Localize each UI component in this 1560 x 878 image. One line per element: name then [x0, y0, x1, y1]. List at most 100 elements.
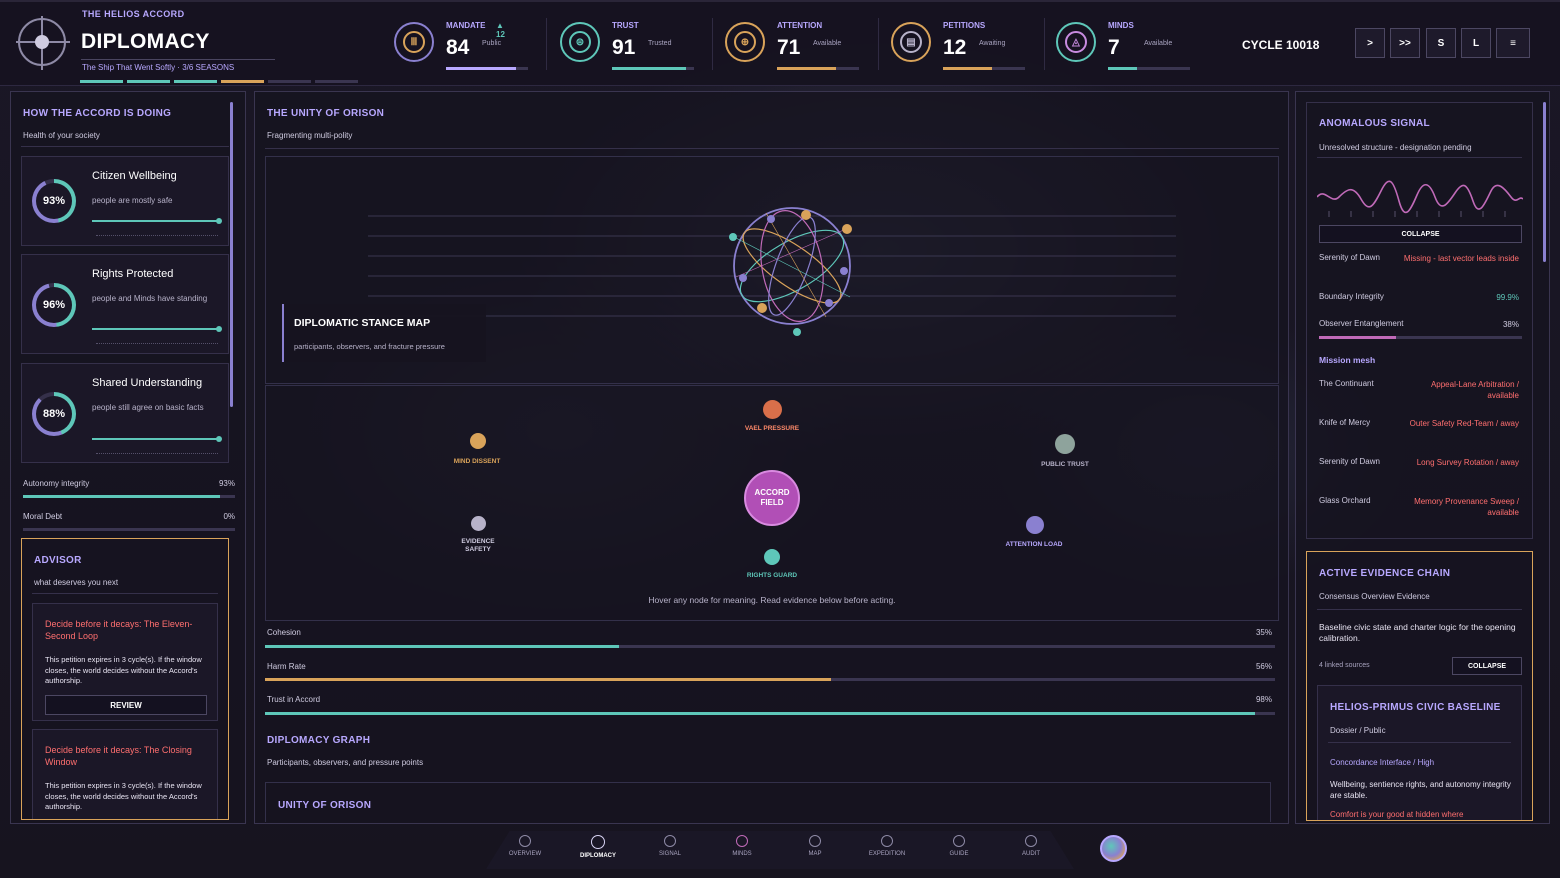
row-key: Observer Entanglement — [1319, 319, 1404, 328]
mesh-row[interactable]: The Continuant Appeal-Lane Arbitration / … — [1319, 379, 1519, 400]
nav-label: MINDS — [732, 851, 752, 857]
baseline-subtitle: Dossier / Public — [1330, 726, 1386, 735]
advisor-card[interactable]: Decide before it decays: The Eleven-Seco… — [32, 603, 218, 721]
right-panel: ANOMALOUS SIGNAL Unresolved structure - … — [1295, 91, 1550, 824]
top-bar: THE HELIOS ACCORD DIPLOMACY The Ship Tha… — [0, 0, 1560, 86]
stat-label: PETITIONS — [943, 21, 986, 30]
scrollbar[interactable] — [1543, 102, 1546, 262]
nav-audit[interactable]: AUDIT — [1001, 835, 1061, 857]
debt-value: 0% — [223, 512, 235, 521]
collapse-evidence-button[interactable]: COLLAPSE — [1452, 657, 1522, 675]
trust-icon: ⊜ — [560, 22, 600, 62]
entanglement-bar — [1319, 336, 1522, 339]
debt-label: Moral Debt — [23, 512, 63, 521]
gauge-value: 88% — [36, 396, 72, 432]
autonomy-value: 93% — [218, 479, 235, 488]
nav-diplomacy[interactable]: DIPLOMACY — [568, 835, 628, 859]
signal-icon — [664, 835, 676, 847]
harm-rate-label: Harm Rate — [267, 662, 306, 671]
row-key: Serenity of Dawn — [1319, 253, 1380, 262]
panel-subtitle: Fragmenting multi-polity — [267, 131, 353, 140]
evidence-chain-card: ACTIVE EVIDENCE CHAIN Consensus Overview… — [1306, 551, 1533, 821]
advisor-title: ADVISOR — [34, 555, 82, 566]
row-key: Glass Orchard — [1319, 496, 1371, 505]
overview-icon — [519, 835, 531, 847]
node-label: MIND DISSENT — [453, 458, 501, 465]
accord-field-node[interactable]: ACCORD FIELD — [744, 470, 800, 526]
cycle-counter: CYCLE 10018 — [1242, 38, 1320, 52]
menu-button[interactable]: ≡ — [1496, 28, 1530, 58]
stat-bar — [777, 67, 859, 70]
signal-row: Serenity of Dawn Missing - last vector le… — [1319, 253, 1519, 263]
trust-accord-label: Trust in Accord — [267, 695, 321, 704]
autonomy-bar — [23, 495, 235, 498]
cohesion-bar — [265, 645, 1275, 648]
node-label: PUBLIC TRUST — [1041, 461, 1089, 468]
metric-citizen-wellbeing[interactable]: 93% Citizen Wellbeing people are mostly … — [21, 156, 229, 246]
metric-rights-protected[interactable]: 96% Rights Protected people and Minds ha… — [21, 254, 229, 354]
stance-map[interactable]: DIPLOMATIC STANCE MAP participants, obse… — [265, 156, 1279, 384]
nav-label: MAP — [808, 851, 822, 857]
guide-icon — [953, 835, 965, 847]
evidence-title: ACTIVE EVIDENCE CHAIN — [1319, 568, 1451, 579]
advisor-panel: ADVISOR what deserves you next Decide be… — [21, 538, 229, 820]
nav-expedition[interactable]: EXPEDITION — [857, 835, 917, 857]
diplomacy-panel: THE UNITY OF ORISON Fragmenting multi-po… — [254, 91, 1289, 824]
metric-desc: people and Minds have standing — [92, 294, 208, 303]
rights-guard-node[interactable] — [764, 549, 780, 565]
save-button[interactable]: S — [1426, 28, 1456, 58]
evidence-safety-node[interactable] — [471, 516, 486, 531]
card-desc: This petition expires in 3 cycle(s). If … — [45, 781, 202, 811]
unity-section[interactable]: UNITY OF ORISON — [265, 782, 1271, 822]
mesh-row[interactable]: Serenity of Dawn Long Survey Rotation / a… — [1319, 457, 1519, 467]
nav-map[interactable]: MAP — [785, 835, 845, 857]
stat-value: 71 — [777, 36, 801, 59]
signal-title: ANOMALOUS SIGNAL — [1319, 118, 1430, 129]
mesh-row[interactable]: Knife of Mercy Outer Safety Red-Team / aw… — [1319, 418, 1519, 428]
panel-subtitle: Health of your society — [23, 131, 100, 140]
page-subtitle: The Ship That Went Softly · 3/6 SEASONS — [82, 63, 235, 72]
collapse-signal-button[interactable]: COLLAPSE — [1319, 225, 1522, 243]
public-trust-node[interactable] — [1055, 434, 1075, 454]
nav-guide[interactable]: GUIDE — [929, 835, 989, 857]
baseline-desc: Wellbeing, sentience rights, and autonom… — [1330, 780, 1511, 800]
row-value: Appeal-Lane Arbitration / available — [1430, 380, 1519, 400]
mind-dissent-node[interactable] — [470, 433, 486, 449]
globe-icon[interactable] — [1100, 835, 1127, 862]
baseline-dossier[interactable]: HELIOS-PRIMUS CIVIC BASELINE Dossier / P… — [1317, 685, 1522, 820]
load-button[interactable]: L — [1461, 28, 1491, 58]
scrollbar[interactable] — [230, 102, 233, 407]
unity-title: UNITY OF ORISON — [278, 800, 372, 811]
review-button[interactable]: REVIEW — [45, 695, 207, 715]
stat-sub: Trusted — [648, 40, 672, 47]
autonomy-label: Autonomy integrity — [23, 479, 90, 488]
fast-forward-button[interactable]: >> — [1390, 28, 1420, 58]
mesh-title: Mission mesh — [1319, 355, 1376, 365]
nav-signal[interactable]: SIGNAL — [640, 835, 700, 857]
rights-gauge: 96% — [32, 283, 76, 327]
metric-title: Shared Understanding — [92, 377, 203, 389]
gauge-value: 96% — [36, 287, 72, 323]
node-label: ATTENTION LOAD — [1005, 541, 1063, 548]
step-button[interactable]: > — [1355, 28, 1385, 58]
node-graph[interactable]: VAEL PRESSURE MIND DISSENT PUBLIC TRUST … — [265, 385, 1279, 621]
panel-title: HOW THE ACCORD IS DOING — [23, 108, 172, 119]
stat-sub: Awaiting — [979, 40, 1006, 47]
nav-overview[interactable]: OVERVIEW — [495, 835, 555, 857]
metric-shared-understanding[interactable]: 88% Shared Understanding people still ag… — [21, 363, 229, 463]
signal-row: Observer Entanglement 38% — [1319, 319, 1519, 329]
advisor-subtitle: what deserves you next — [34, 578, 119, 587]
vael-pressure-node[interactable] — [763, 400, 782, 419]
accord-logo-icon — [18, 18, 66, 66]
debt-bar — [23, 528, 235, 531]
nav-minds[interactable]: MINDS — [712, 835, 772, 857]
evidence-desc: Baseline civic state and charter logic f… — [1319, 622, 1516, 643]
nav-label: SIGNAL — [658, 851, 681, 857]
mesh-row[interactable]: Glass Orchard Memory Provenance Sweep / a… — [1319, 496, 1519, 517]
row-key: Boundary Integrity — [1319, 292, 1384, 301]
panel-title: THE UNITY OF ORISON — [267, 108, 385, 119]
advisor-card[interactable]: Decide before it decays: The Closing Win… — [32, 729, 218, 819]
harm-rate-value: 56% — [1255, 662, 1272, 671]
attention-load-node[interactable] — [1026, 516, 1044, 534]
metric-desc: people still agree on basic facts — [92, 403, 204, 412]
